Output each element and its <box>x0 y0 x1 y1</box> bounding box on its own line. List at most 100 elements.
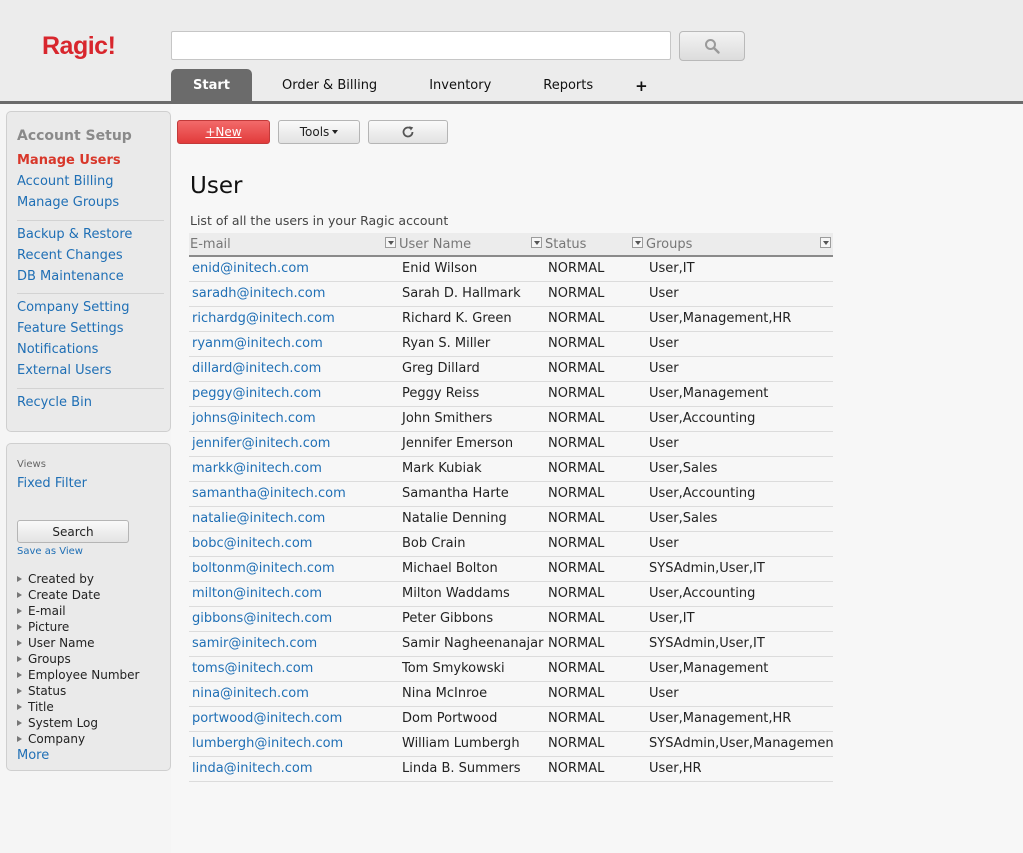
table-row[interactable]: dillard@initech.com Greg Dillard NORMAL Use… <box>189 356 833 382</box>
column-header-user-name[interactable]: User Name <box>398 233 544 257</box>
save-as-view-link[interactable]: Save as View <box>17 546 83 557</box>
user-status-cell: NORMAL <box>544 656 645 682</box>
search-button[interactable] <box>679 31 745 61</box>
table-row[interactable]: natalie@initech.com Natalie Denning NORMAL… <box>189 506 833 532</box>
user-email-link[interactable]: portwood@initech.com <box>189 706 398 732</box>
table-row[interactable]: linda@initech.com Linda B. Summers NORMAL U… <box>189 756 833 782</box>
column-menu-icon[interactable] <box>820 237 831 248</box>
user-email-link[interactable]: toms@initech.com <box>189 656 398 682</box>
sidebar-divider <box>17 220 164 221</box>
table-row[interactable]: markk@initech.com Mark Kubiak NORMAL User,S… <box>189 456 833 482</box>
user-email-link[interactable]: ryanm@initech.com <box>189 331 398 357</box>
user-email-link[interactable]: saradh@initech.com <box>189 281 398 307</box>
tab-reports[interactable]: Reports <box>517 69 619 102</box>
table-row[interactable]: samir@initech.com Samir Nagheenanajar NORM… <box>189 631 833 657</box>
user-groups-cell: User,Management <box>645 656 833 682</box>
user-email-link[interactable]: markk@initech.com <box>189 456 398 482</box>
field-filter-email[interactable]: E-mail <box>17 604 66 618</box>
add-tab-button[interactable]: + <box>619 69 664 102</box>
table-row[interactable]: richardg@initech.com Richard K. Green NORM… <box>189 306 833 332</box>
user-groups-cell: User,Sales <box>645 506 833 532</box>
table-row[interactable]: bobc@initech.com Bob Crain NORMAL User <box>189 531 833 557</box>
table-row[interactable]: gibbons@initech.com Peter Gibbons NORMAL Us… <box>189 606 833 632</box>
user-email-link[interactable]: peggy@initech.com <box>189 381 398 407</box>
user-email-link[interactable]: bobc@initech.com <box>189 531 398 557</box>
column-header-groups[interactable]: Groups <box>645 233 833 257</box>
field-filter-status[interactable]: Status <box>17 684 66 698</box>
user-email-link[interactable]: linda@initech.com <box>189 756 398 782</box>
table-row[interactable]: saradh@initech.com Sarah D. Hallmark NORMA… <box>189 281 833 307</box>
sidebar-item-external-users[interactable]: External Users <box>17 363 111 378</box>
more-fields-link[interactable]: More <box>17 748 49 763</box>
field-filter-employee-number[interactable]: Employee Number <box>17 668 139 682</box>
sidebar-item-account-billing[interactable]: Account Billing <box>17 174 113 189</box>
field-filter-system-log[interactable]: System Log <box>17 716 98 730</box>
table-row[interactable]: samantha@initech.com Samantha Harte NORMAL… <box>189 481 833 507</box>
table-row[interactable]: jennifer@initech.com Jennifer Emerson NORM… <box>189 431 833 457</box>
field-filter-company[interactable]: Company <box>17 732 85 746</box>
table-row[interactable]: toms@initech.com Tom Smykowski NORMAL User,… <box>189 656 833 682</box>
user-status-cell: NORMAL <box>544 381 645 407</box>
sidebar-item-recent-changes[interactable]: Recent Changes <box>17 248 123 263</box>
user-email-link[interactable]: nina@initech.com <box>189 681 398 707</box>
user-email-link[interactable]: lumbergh@initech.com <box>189 731 398 757</box>
field-filter-picture[interactable]: Picture <box>17 620 69 634</box>
tab-inventory[interactable]: Inventory <box>403 69 517 102</box>
table-row[interactable]: johns@initech.com John Smithers NORMAL User… <box>189 406 833 432</box>
fixed-filter-link[interactable]: Fixed Filter <box>17 476 87 491</box>
column-header-email[interactable]: E-mail <box>189 233 398 257</box>
sidebar-item-feature-settings[interactable]: Feature Settings <box>17 321 124 336</box>
tab-start[interactable]: Start <box>171 69 252 102</box>
user-status-cell: NORMAL <box>544 581 645 607</box>
refresh-button[interactable] <box>368 120 448 144</box>
user-email-link[interactable]: gibbons@initech.com <box>189 606 398 632</box>
field-filter-create-date[interactable]: Create Date <box>17 588 100 602</box>
user-email-link[interactable]: richardg@initech.com <box>189 306 398 332</box>
user-email-link[interactable]: natalie@initech.com <box>189 506 398 532</box>
field-filter-title[interactable]: Title <box>17 700 54 714</box>
column-menu-icon[interactable] <box>632 237 643 248</box>
user-name-cell: Milton Waddams <box>398 581 544 607</box>
tab-order-billing[interactable]: Order & Billing <box>256 69 403 102</box>
user-email-link[interactable]: samantha@initech.com <box>189 481 398 507</box>
tools-dropdown-button[interactable]: Tools <box>278 120 360 144</box>
table-row[interactable]: milton@initech.com Milton Waddams NORMAL Us… <box>189 581 833 607</box>
table-row[interactable]: lumbergh@initech.com William Lumbergh NORM… <box>189 731 833 757</box>
sidebar-item-recycle-bin[interactable]: Recycle Bin <box>17 395 92 410</box>
table-row[interactable]: enid@initech.com Enid Wilson NORMAL User,IT <box>189 256 833 282</box>
sidebar-item-db-maintenance[interactable]: DB Maintenance <box>17 269 124 284</box>
sidebar-item-notifications[interactable]: Notifications <box>17 342 98 357</box>
global-search-input[interactable] <box>171 31 671 60</box>
sidebar-item-backup-restore[interactable]: Backup & Restore <box>17 227 132 242</box>
table-row[interactable]: nina@initech.com Nina McInroe NORMAL User <box>189 681 833 707</box>
sidebar-item-company-setting[interactable]: Company Setting <box>17 300 130 315</box>
field-filter-created-by[interactable]: Created by <box>17 572 94 586</box>
user-email-link[interactable]: jennifer@initech.com <box>189 431 398 457</box>
sidebar-item-manage-groups[interactable]: Manage Groups <box>17 195 119 210</box>
column-menu-icon[interactable] <box>531 237 542 248</box>
user-status-cell: NORMAL <box>544 281 645 307</box>
user-status-cell: NORMAL <box>544 331 645 357</box>
user-email-link[interactable]: dillard@initech.com <box>189 356 398 382</box>
sidebar-item-manage-users[interactable]: Manage Users <box>17 153 121 168</box>
field-filter-groups[interactable]: Groups <box>17 652 71 666</box>
field-filter-user-name[interactable]: User Name <box>17 636 95 650</box>
views-search-button[interactable]: Search <box>17 520 129 543</box>
table-row[interactable]: ryanm@initech.com Ryan S. Miller NORMAL Use… <box>189 331 833 357</box>
ragic-logo[interactable]: Ragic! <box>42 32 116 61</box>
column-menu-icon[interactable] <box>385 237 396 248</box>
new-record-button[interactable]: +New <box>177 120 270 144</box>
table-row[interactable]: peggy@initech.com Peggy Reiss NORMAL User,M… <box>189 381 833 407</box>
column-header-status[interactable]: Status <box>544 233 645 257</box>
table-row[interactable]: portwood@initech.com Dom Portwood NORMAL Us… <box>189 706 833 732</box>
user-name-cell: Samir Nagheenanajar <box>398 631 544 657</box>
account-setup-panel: Account Setup Manage Users Account Billi… <box>6 111 171 432</box>
user-email-link[interactable]: enid@initech.com <box>189 256 398 282</box>
user-email-link[interactable]: samir@initech.com <box>189 631 398 657</box>
user-groups-cell: User <box>645 281 833 307</box>
table-row[interactable]: boltonm@initech.com Michael Bolton NORMAL S… <box>189 556 833 582</box>
user-email-link[interactable]: milton@initech.com <box>189 581 398 607</box>
user-email-link[interactable]: johns@initech.com <box>189 406 398 432</box>
user-email-link[interactable]: boltonm@initech.com <box>189 556 398 582</box>
expand-arrow-icon <box>17 640 22 646</box>
